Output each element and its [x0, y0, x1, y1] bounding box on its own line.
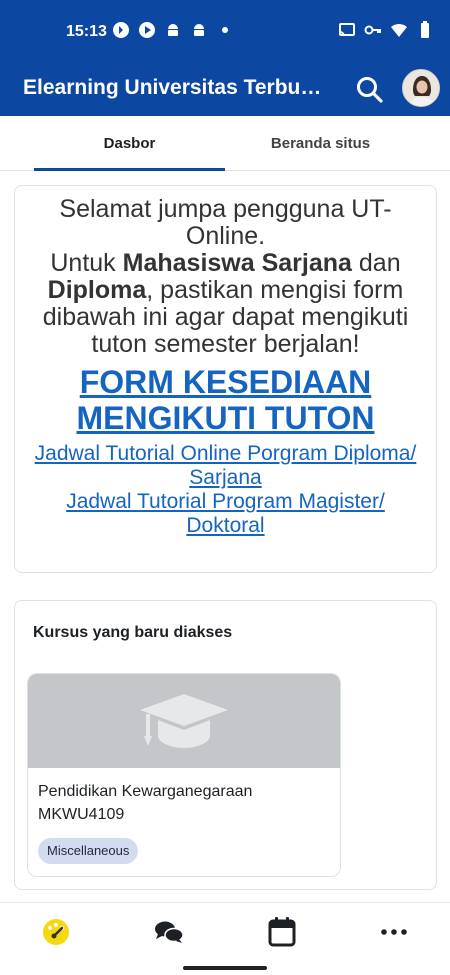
status-time: 15:13 [66, 23, 107, 40]
welcome-message: Selamat jumpa pengguna UT-Online. Untuk … [33, 196, 418, 358]
user-avatar[interactable] [402, 69, 440, 107]
play-circle-icon [139, 22, 155, 38]
dot-icon [222, 27, 228, 33]
android-icon [194, 24, 204, 36]
nav-messages-button[interactable] [152, 915, 186, 949]
tab-beranda-situs[interactable]: Beranda situs [225, 116, 416, 171]
android-icon [168, 24, 178, 36]
course-name: Pendidikan Kewarganegaraan MKWU4109 [38, 783, 253, 823]
bluetooth-audio-icon [113, 22, 129, 38]
jadwal-magister-doktoral-link[interactable]: Jadwal Tutorial Program Magister/ Doktor… [33, 490, 418, 538]
home-indicator[interactable] [183, 966, 267, 970]
search-icon [357, 77, 383, 103]
form-kesediaan-link[interactable]: FORM KESEDIAAN MENGIKUTI TUTON [33, 364, 418, 436]
graduation-cap-icon [140, 694, 228, 748]
recent-courses-title: Kursus yang baru diakses [33, 624, 233, 641]
course-category-badge: Miscellaneous [38, 838, 139, 864]
welcome-diploma: Diploma [47, 276, 147, 304]
welcome-line1-prefix: Untuk [50, 249, 123, 277]
battery-icon [421, 21, 429, 38]
search-button[interactable] [355, 75, 385, 105]
tab-bar: Dasbor Beranda situs [0, 116, 450, 171]
vpn-key-icon [364, 25, 381, 35]
welcome-card: Selamat jumpa pengguna UT-Online. Untuk … [14, 185, 437, 573]
welcome-sarjana: Mahasiswa Sarjana [122, 249, 352, 277]
status-icons-right [338, 21, 434, 39]
tab-dasbor[interactable]: Dasbor [34, 116, 225, 171]
nav-more-button[interactable] [377, 915, 411, 949]
dashboard-icon [43, 919, 69, 945]
user-avatar-image [403, 70, 439, 106]
nav-dashboard-button[interactable] [39, 915, 73, 949]
dashboard-content[interactable]: Selamat jumpa pengguna UT-Online. Untuk … [0, 171, 450, 902]
status-icons-left [112, 21, 234, 39]
recent-courses-card: Kursus yang baru diakses Pendidikan Kewa… [14, 600, 437, 890]
app-bar: Elearning Universitas Terbuka [0, 64, 450, 116]
bottom-navigation [0, 902, 450, 975]
app-title: Elearning Universitas Terbuka [23, 76, 323, 99]
welcome-line1-suffix: dan [351, 249, 401, 277]
welcome-greeting: Selamat jumpa pengguna UT-Online. [59, 195, 392, 250]
course-card[interactable]: Pendidikan Kewarganegaraan MKWU4109 Misc… [27, 673, 341, 877]
nav-calendar-button[interactable] [265, 915, 299, 949]
jadwal-diploma-sarjana-link[interactable]: Jadwal Tutorial Online Porgram Diploma/ … [33, 442, 418, 490]
wifi-icon [391, 23, 407, 37]
more-icon [381, 929, 407, 935]
messages-icon [155, 921, 184, 943]
course-image [28, 674, 340, 768]
calendar-icon [268, 917, 296, 947]
status-bar: 15:13 [0, 0, 450, 64]
cast-icon [339, 23, 355, 37]
